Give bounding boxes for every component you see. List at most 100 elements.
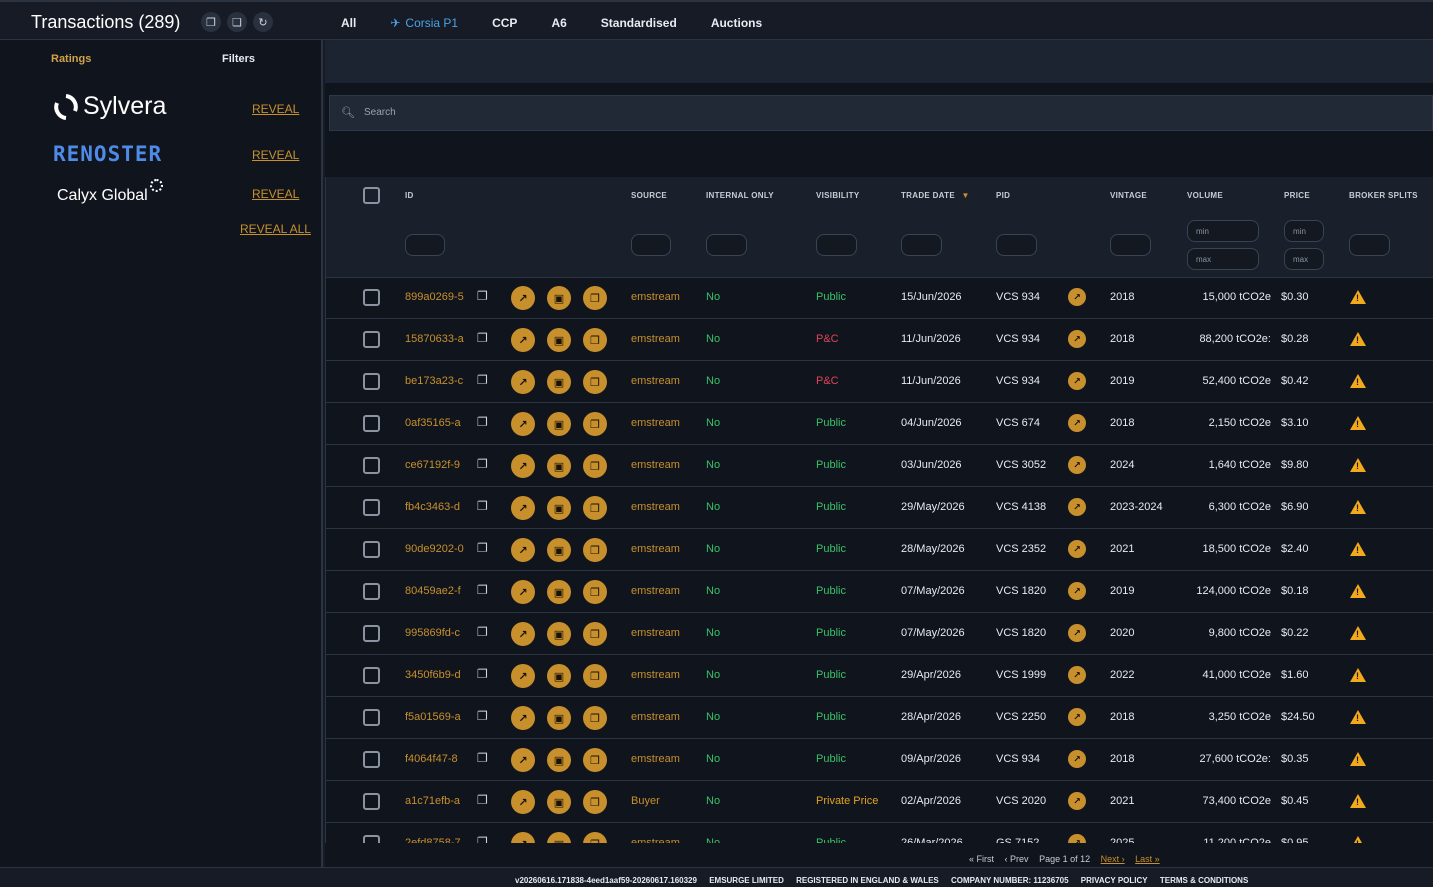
pid-link-icon[interactable]: ↗ <box>1068 414 1086 432</box>
table-row[interactable]: 80459ae2-f ❐ ↗ ▣ ❐ emstream No Public 07… <box>326 571 1433 613</box>
view-icon[interactable]: ▣ <box>547 580 571 604</box>
vintage-filter-input[interactable] <box>1110 234 1151 256</box>
view-icon[interactable]: ▣ <box>547 706 571 730</box>
open-external-icon[interactable]: ↗ <box>511 412 535 436</box>
row-id[interactable]: 899a0269-5 <box>405 291 464 303</box>
duplicate-icon[interactable]: ❐ <box>583 622 607 646</box>
duplicate-icon[interactable]: ❐ <box>583 538 607 562</box>
copy-id-icon[interactable]: ❐ <box>477 415 488 429</box>
pid-link-icon[interactable]: ↗ <box>1068 498 1086 516</box>
row-checkbox[interactable] <box>363 751 380 768</box>
duplicate-icon[interactable]: ❐ <box>583 496 607 520</box>
price-min-input[interactable]: min <box>1284 220 1324 242</box>
open-external-icon[interactable]: ↗ <box>511 790 535 814</box>
id-filter-input[interactable] <box>405 234 445 256</box>
pid-link-icon[interactable]: ↗ <box>1068 750 1086 768</box>
reveal-sylvera[interactable]: REVEAL <box>252 102 299 116</box>
broker-splits-filter-input[interactable] <box>1349 234 1390 256</box>
copy-id-icon[interactable]: ❐ <box>477 373 488 387</box>
terms-link[interactable]: TERMS & CONDITIONS <box>1160 876 1248 885</box>
col-source[interactable]: SOURCE <box>631 191 667 200</box>
row-id[interactable]: 90de9202-0 <box>405 543 464 555</box>
open-external-icon[interactable]: ↗ <box>511 496 535 520</box>
duplicate-icon[interactable]: ❐ <box>583 454 607 478</box>
duplicate-icon[interactable]: ❐ <box>583 706 607 730</box>
table-row[interactable]: 0af35165-a ❐ ↗ ▣ ❐ emstream No Public 04… <box>326 403 1433 445</box>
row-id[interactable]: be173a23-c <box>405 375 463 387</box>
table-row[interactable]: 90de9202-0 ❐ ↗ ▣ ❐ emstream No Public 28… <box>326 529 1433 571</box>
price-max-input[interactable]: max <box>1284 248 1324 270</box>
volume-max-input[interactable]: max <box>1187 248 1259 270</box>
copy-id-icon[interactable]: ❐ <box>477 793 488 807</box>
pid-link-icon[interactable]: ↗ <box>1068 708 1086 726</box>
warning-icon[interactable]: ! <box>1350 794 1366 808</box>
row-checkbox[interactable] <box>363 373 380 390</box>
table-row[interactable]: ce67192f-9 ❐ ↗ ▣ ❐ emstream No Public 03… <box>326 445 1433 487</box>
ratings-tab[interactable]: Ratings <box>51 53 91 65</box>
col-trade-date[interactable]: TRADE DATE ▼ <box>901 191 970 200</box>
duplicate-icon[interactable]: ❐ <box>583 370 607 394</box>
view-icon[interactable]: ▣ <box>547 748 571 772</box>
row-checkbox[interactable] <box>363 583 380 600</box>
warning-icon[interactable]: ! <box>1350 584 1366 598</box>
copy-id-icon[interactable]: ❐ <box>477 331 488 345</box>
refresh-icon[interactable]: ↻ <box>253 12 273 32</box>
row-id[interactable]: f5a01569-a <box>405 711 461 723</box>
row-id[interactable]: f4064f47-8 <box>405 753 458 765</box>
privacy-policy-link[interactable]: PRIVACY POLICY <box>1081 876 1148 885</box>
tab-standardised[interactable]: Standardised <box>601 16 677 30</box>
row-checkbox[interactable] <box>363 541 380 558</box>
duplicate-icon[interactable]: ❐ <box>583 328 607 352</box>
row-id[interactable]: a1c71efb-a <box>405 795 460 807</box>
row-checkbox[interactable] <box>363 289 380 306</box>
row-checkbox[interactable] <box>363 415 380 432</box>
duplicate-icon[interactable]: ❐ <box>583 286 607 310</box>
warning-icon[interactable]: ! <box>1350 458 1366 472</box>
row-checkbox[interactable] <box>363 709 380 726</box>
open-external-icon[interactable]: ↗ <box>511 370 535 394</box>
next-page-link[interactable]: Next › <box>1101 854 1125 864</box>
copy-id-icon[interactable]: ❐ <box>477 541 488 555</box>
col-visibility[interactable]: VISIBILITY <box>816 191 859 200</box>
table-row[interactable]: 2efd8758-7 ❐ ↗ ▣ ❐ emstream No Public 26… <box>326 823 1433 843</box>
copy-id-icon[interactable]: ❐ <box>477 625 488 639</box>
col-internal-only[interactable]: INTERNAL ONLY <box>706 191 774 200</box>
view-icon[interactable]: ▣ <box>547 538 571 562</box>
row-checkbox[interactable] <box>363 793 380 810</box>
table-row[interactable]: fb4c3463-d ❐ ↗ ▣ ❐ emstream No Public 29… <box>326 487 1433 529</box>
row-id[interactable]: 2efd8758-7 <box>405 837 461 843</box>
pid-link-icon[interactable]: ↗ <box>1068 540 1086 558</box>
row-id[interactable]: 0af35165-a <box>405 417 461 429</box>
pid-filter-input[interactable] <box>996 234 1037 256</box>
open-external-icon[interactable]: ↗ <box>511 622 535 646</box>
table-row[interactable]: 899a0269-5 ❐ ↗ ▣ ❐ emstream No Public 15… <box>326 277 1433 319</box>
warning-icon[interactable]: ! <box>1350 668 1366 682</box>
open-external-icon[interactable]: ↗ <box>511 832 535 843</box>
table-row[interactable]: be173a23-c ❐ ↗ ▣ ❐ emstream No P&C 11/Ju… <box>326 361 1433 403</box>
copy-id-icon[interactable]: ❐ <box>477 583 488 597</box>
pid-link-icon[interactable]: ↗ <box>1068 624 1086 642</box>
col-id[interactable]: ID <box>405 191 414 200</box>
warning-icon[interactable]: ! <box>1350 290 1366 304</box>
open-external-icon[interactable]: ↗ <box>511 706 535 730</box>
duplicate-icon[interactable]: ❐ <box>583 790 607 814</box>
copy-id-icon[interactable]: ❐ <box>477 289 488 303</box>
row-checkbox[interactable] <box>363 499 380 516</box>
table-row[interactable]: f4064f47-8 ❐ ↗ ▣ ❐ emstream No Public 09… <box>326 739 1433 781</box>
copy-id-icon[interactable]: ❐ <box>477 709 488 723</box>
col-pid[interactable]: PID <box>996 191 1010 200</box>
duplicate-icon[interactable]: ❐ <box>583 748 607 772</box>
view-icon[interactable]: ▣ <box>547 328 571 352</box>
visibility-filter-input[interactable] <box>816 234 857 256</box>
first-page-link[interactable]: « First <box>969 854 994 864</box>
duplicate-icon[interactable]: ❐ <box>583 412 607 436</box>
col-volume[interactable]: VOLUME <box>1187 191 1223 200</box>
pid-link-icon[interactable]: ↗ <box>1068 792 1086 810</box>
search-input[interactable]: Search <box>364 107 396 118</box>
view-icon[interactable]: ▣ <box>547 454 571 478</box>
open-external-icon[interactable]: ↗ <box>511 538 535 562</box>
volume-min-input[interactable]: min <box>1187 220 1259 242</box>
row-id[interactable]: 3450f6b9-d <box>405 669 461 681</box>
warning-icon[interactable]: ! <box>1350 626 1366 640</box>
prev-page-link[interactable]: ‹ Prev <box>1005 854 1029 864</box>
